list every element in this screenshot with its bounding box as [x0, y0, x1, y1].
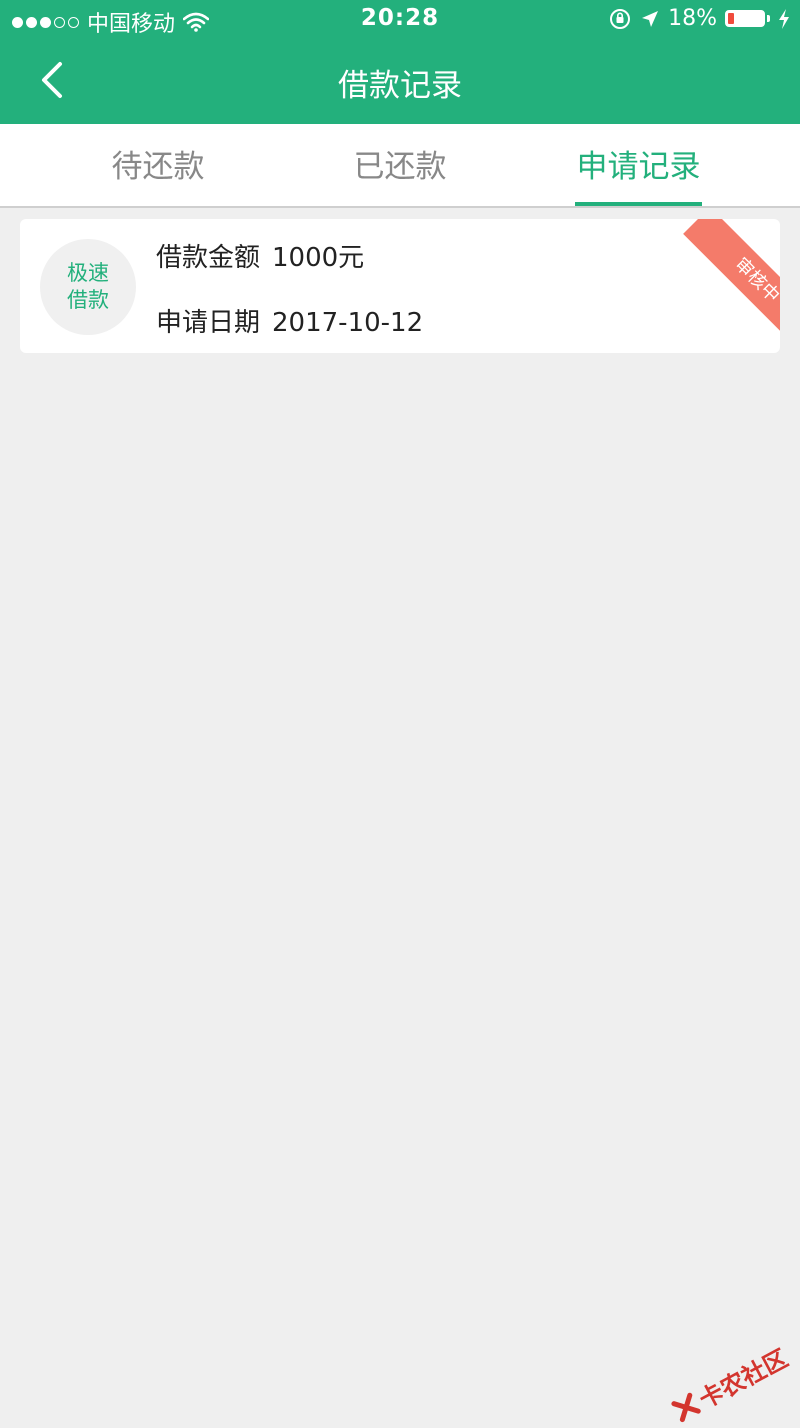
location-arrow-icon — [642, 10, 659, 27]
loan-record-card[interactable]: 极速 借款 借款金额 1000元 申请日期 2017-10-12 审核中 — [20, 219, 780, 353]
status-ribbon-wrap: 审核中 — [660, 219, 780, 339]
amount-label: 借款金额 — [156, 243, 261, 273]
battery-cap — [767, 15, 770, 22]
header: 中国移动 20:28 18% 借款记录 — [0, 0, 800, 124]
loan-type-badge: 极速 借款 — [40, 239, 136, 335]
amount-row: 借款金额 1000元 — [156, 237, 364, 274]
battery-fill — [728, 13, 734, 24]
tab-repaid[interactable]: 已还款 — [337, 124, 463, 206]
status-bar: 中国移动 20:28 18% — [0, 0, 800, 40]
watermark-text: 卡农社区 — [694, 1344, 793, 1415]
status-right: 18% — [608, 6, 790, 31]
status-ribbon: 审核中 — [683, 219, 780, 339]
amount-value: 1000元 — [272, 243, 365, 273]
tab-application-records[interactable]: 申请记录 — [575, 124, 702, 206]
battery-percent: 18% — [668, 6, 717, 31]
badge-line-1: 极速 — [67, 261, 109, 285]
active-tab-indicator — [575, 202, 702, 206]
rotation-lock-icon — [610, 8, 631, 29]
charging-bolt-icon — [779, 8, 789, 29]
tab-bar: 待还款 已还款 申请记录 — [0, 124, 800, 208]
badge-line-2: 借款 — [67, 288, 109, 312]
watermark: 卡农社区 — [667, 1339, 793, 1428]
date-value: 2017-10-12 — [272, 308, 424, 338]
battery-icon — [725, 10, 765, 27]
nav-bar: 借款记录 — [0, 40, 800, 124]
page-title: 借款记录 — [338, 68, 462, 104]
date-row: 申请日期 2017-10-12 — [156, 302, 423, 339]
date-label: 申请日期 — [156, 308, 261, 338]
tab-pending-repayment[interactable]: 待还款 — [95, 124, 221, 206]
